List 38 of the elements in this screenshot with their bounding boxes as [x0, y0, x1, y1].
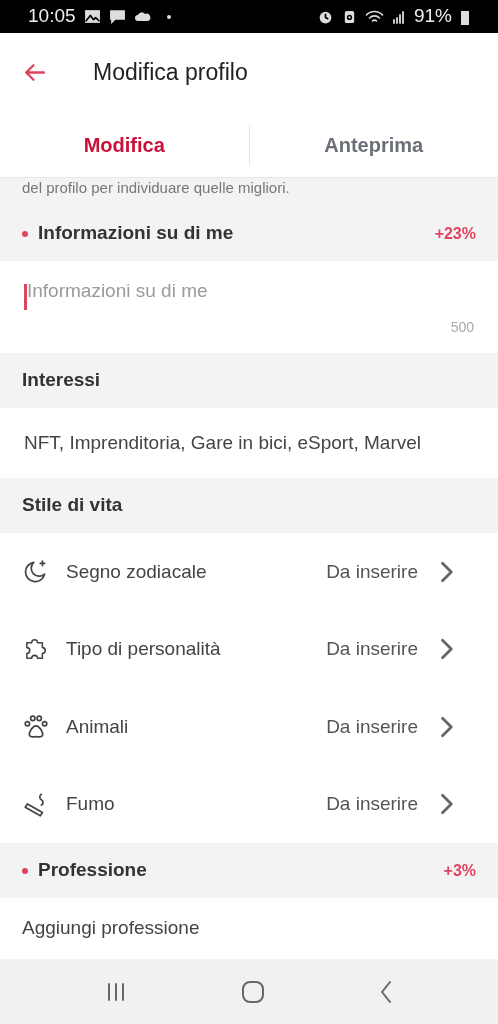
signal-icon — [391, 8, 406, 25]
bonus-percentage: +23% — [434, 223, 476, 244]
section-title: Professione — [38, 858, 147, 883]
row-value: Da inserire — [326, 714, 418, 739]
tab[interactable]: Anteprima — [249, 112, 498, 177]
page-title: Modifica profilo — [93, 58, 248, 88]
row-label: Tipo di personalità — [66, 637, 221, 661]
lifestyle-row[interactable]: Segno zodiacale Da inserire — [0, 533, 498, 611]
lifestyle-row[interactable]: Fumo Da inserire — [0, 765, 498, 843]
interests-list[interactable]: NFT, Imprenditoria, Gare in bici, eSport, Marvel — [24, 428, 422, 458]
section-title: Stile di vita — [22, 493, 123, 518]
image-icon — [83, 8, 101, 25]
section-title: Informazioni su di me — [38, 221, 234, 246]
paw-icon — [22, 712, 50, 741]
bonus-percentage: +3% — [443, 860, 476, 881]
lifestyle-row[interactable]: Animali Da inserire — [0, 688, 498, 766]
recent-apps-icon — [105, 982, 127, 1002]
row-value: Da inserire — [326, 559, 418, 584]
profession-field[interactable]: Aggiungi professione — [22, 914, 200, 943]
dot-icon — [165, 13, 172, 20]
message-icon — [108, 8, 126, 25]
back-icon — [379, 980, 393, 1004]
status-time: 10:05 — [28, 4, 76, 29]
section-title: Interessi — [22, 368, 101, 393]
row-label: Fumo — [66, 792, 115, 816]
row-value: Da inserire — [326, 637, 418, 661]
home-icon — [241, 980, 265, 1004]
lifestyle-row[interactable]: Tipo di personalità Da inserire — [0, 610, 498, 688]
wifi-icon — [364, 8, 384, 25]
tab[interactable]: Modifica — [0, 112, 249, 177]
row-label: Segno zodiacale — [66, 559, 207, 584]
hint-text: del profilo per individuare quelle migliori. — [21, 182, 291, 198]
row-label: Animali — [66, 714, 129, 739]
character-count: 500 — [449, 318, 474, 337]
row-value: Da inserire — [326, 792, 418, 816]
text-cursor — [24, 284, 27, 310]
battery-level: 91% — [413, 4, 452, 29]
about-field[interactable]: Informazioni su di me — [27, 277, 474, 317]
